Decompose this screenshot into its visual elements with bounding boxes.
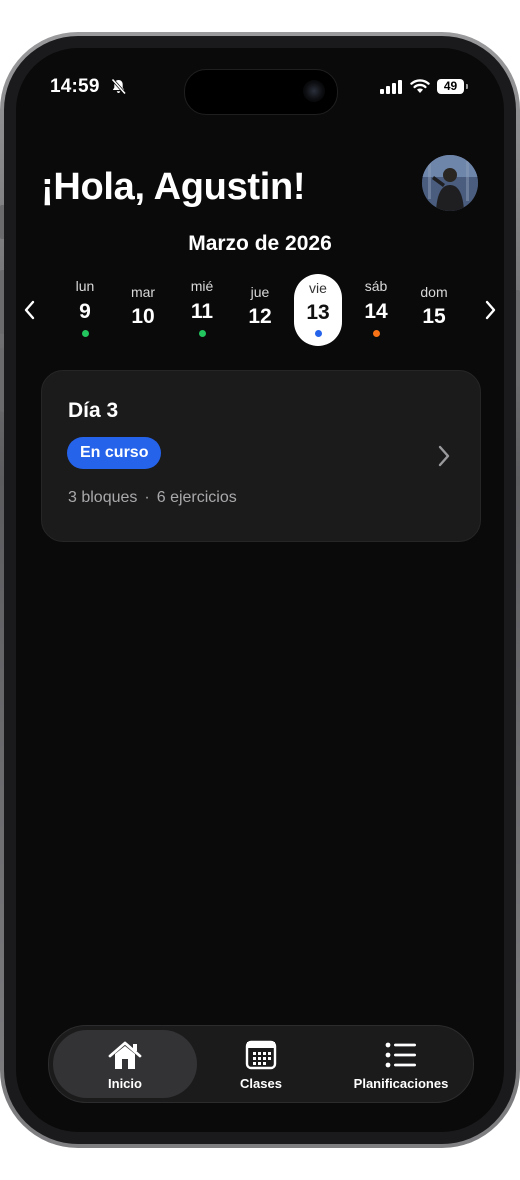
day-dom[interactable]: dom 15 <box>410 278 458 346</box>
day-name: sáb <box>364 278 388 294</box>
day-number: 10 <box>131 305 155 328</box>
day-jue[interactable]: jue 12 <box>236 278 284 346</box>
day-number: 14 <box>364 300 388 323</box>
day-name: jue <box>250 284 270 300</box>
cellular-signal-icon <box>380 80 402 94</box>
month-label: Marzo de 2026 <box>188 232 332 255</box>
list-icon <box>385 1042 416 1068</box>
workout-summary: 3 bloques · 6 ejercicios <box>68 489 237 507</box>
day-number: 12 <box>248 305 272 328</box>
tab-label: Inicio <box>108 1076 142 1091</box>
exercises-count: 6 ejercicios <box>156 489 237 506</box>
activity-dot <box>315 330 322 337</box>
day-sab[interactable]: sáb 14 <box>352 278 400 346</box>
day-mie[interactable]: mié 11 <box>178 278 226 346</box>
day-number: 13 <box>306 301 330 324</box>
day-number: 11 <box>190 300 214 323</box>
dynamic-island <box>184 69 338 115</box>
separator-dot: · <box>144 489 150 506</box>
activity-dot <box>373 330 380 337</box>
status-time: 14:59 <box>50 76 100 97</box>
day-mar[interactable]: mar 10 <box>119 278 167 346</box>
calendar-icon <box>245 1040 277 1070</box>
workout-title: Día 3 <box>68 399 119 422</box>
tab-inicio[interactable]: Inicio <box>53 1030 197 1098</box>
tab-label: Clases <box>240 1076 282 1091</box>
day-name: mar <box>130 284 156 300</box>
wifi-icon <box>410 79 430 93</box>
battery-indicator: 49 <box>437 79 464 94</box>
tab-planificaciones[interactable]: Planificaciones <box>331 1030 471 1098</box>
day-lun[interactable]: lun 9 <box>61 278 109 346</box>
chevron-right-icon <box>438 445 450 467</box>
status-badge: En curso <box>67 437 162 469</box>
bell-slash-icon <box>111 78 127 95</box>
home-icon <box>108 1041 142 1069</box>
day-name: lun <box>75 278 95 294</box>
battery-tip <box>466 84 468 89</box>
activity-dot <box>199 330 206 337</box>
profile-avatar[interactable] <box>422 155 478 211</box>
greeting-title: ¡Hola, Agustin! <box>41 166 306 208</box>
chevron-left-icon[interactable] <box>20 298 40 322</box>
day-name: mié <box>190 278 214 294</box>
workout-card[interactable]: Día 3 En curso 3 bloques · 6 ejercicios <box>41 370 481 542</box>
tab-label: Planificaciones <box>353 1076 449 1091</box>
chevron-right-icon[interactable] <box>480 298 500 322</box>
tab-bar: Inicio Clases Planificaciones <box>48 1025 474 1103</box>
day-name: vie <box>309 280 327 296</box>
activity-dot <box>82 330 89 337</box>
day-name: dom <box>420 284 448 300</box>
avatar-photo <box>422 155 478 211</box>
day-number: 15 <box>422 305 446 328</box>
blocks-count: 3 bloques <box>68 489 138 506</box>
tab-clases[interactable]: Clases <box>191 1030 331 1098</box>
day-vie-selected[interactable]: vie 13 <box>294 274 342 346</box>
day-number: 9 <box>79 300 91 323</box>
app-screen: 14:59 49 ¡Hola, Agustin! Marzo de 2026 l… <box>16 48 504 1132</box>
front-camera <box>303 80 325 102</box>
